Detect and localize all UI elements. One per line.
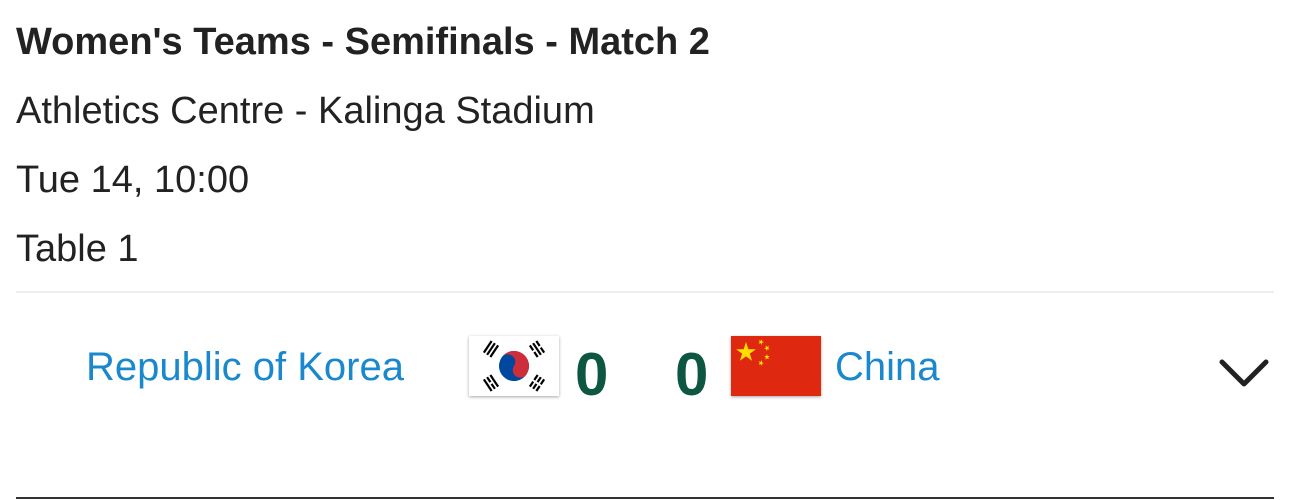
china-flag-icon: [731, 336, 821, 396]
table-number: Table 1: [16, 228, 139, 270]
home-team-link[interactable]: Republic of Korea: [86, 342, 404, 392]
korea-flag-icon: [469, 336, 559, 396]
match-datetime: Tue 14, 10:00: [16, 159, 250, 201]
away-score: 0: [675, 341, 709, 408]
home-score: 0: [575, 341, 609, 408]
venue: Athletics Centre - Kalinga Stadium: [16, 90, 595, 132]
chevron-down-icon[interactable]: [1212, 350, 1276, 398]
match-card: Women's Teams - Semifinals - Match 2 Ath…: [0, 0, 1290, 500]
away-team-link[interactable]: China: [835, 342, 940, 392]
divider: [16, 291, 1274, 293]
match-title: Women's Teams - Semifinals - Match 2: [16, 21, 710, 63]
divider: [16, 497, 1274, 499]
